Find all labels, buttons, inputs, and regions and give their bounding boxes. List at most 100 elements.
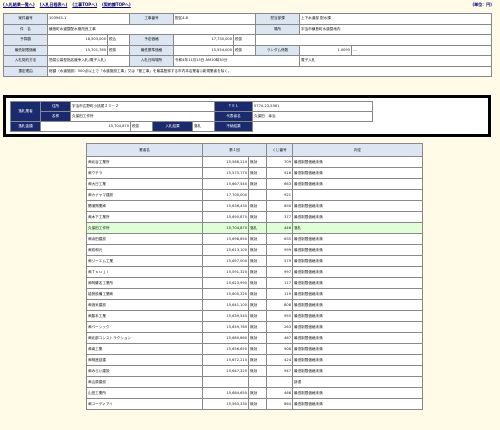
verdict: 最低制限価格未満 <box>292 354 423 366</box>
lot-number: 921 <box>266 189 293 201</box>
top-nav: (入札結果一覧へ) (入札日程表へ) (工事TOPへ) (契約課TOPへ) <box>3 2 131 8</box>
verdict <box>292 189 423 201</box>
lot-number: 635 <box>266 233 293 245</box>
verdict: 最低制限価格未満 <box>292 299 423 311</box>
lot-number: 709 <box>266 156 293 168</box>
bid-tax-status: 無効 <box>248 255 267 267</box>
table-row: ㈱北谷工業所 15,588,210 無効 709 最低制限価格未満 <box>86 156 423 168</box>
winning-bidder-box: 落札業者 住所 宇治市広野町小桃尾２３－２ ＴＥＬ 0774-23-5561 名… <box>3 95 491 137</box>
label-work-no: 工事番号 <box>129 13 174 25</box>
bid-tax-status: 無効 <box>248 310 267 322</box>
bid-amount: 15,641,100 <box>202 299 249 311</box>
table-row: ㈱山原建設 辞退 <box>86 376 423 388</box>
project-info-table: 案件番号 103943-1 工事番号 配区4-8 担当部課 上下水道部 配水課 … <box>3 13 492 77</box>
winning-bidder-table: 落札業者 住所 宇治市広野町小桃尾２３－２ ＴＥＬ 0774-23-5561 名… <box>10 101 373 132</box>
place: 宇治市横島町水道整地内 <box>299 23 492 35</box>
bidder-name: 久保田工作所 <box>86 222 203 234</box>
subject: 横島町水道整配水管改良工事 <box>47 23 256 35</box>
lot-number: 916 <box>266 167 293 179</box>
label-min-standard: 最低基準価格 <box>129 44 174 56</box>
bid-amount: 15,684,650 <box>202 387 249 399</box>
unit-note: (単位：円) <box>472 2 492 7</box>
min-limit: 15,701,760 <box>47 44 108 56</box>
bidder-name: ㈱山原建設 <box>86 376 203 388</box>
bidder-name: ㈱木下工業所 <box>86 211 203 223</box>
verdict: 最低制限価格未満 <box>292 310 423 322</box>
verdict: 最低制限価格未満 <box>292 365 423 377</box>
bid-tax-status: 無効 <box>248 321 267 333</box>
lot-number: 579 <box>266 255 293 267</box>
bid-tax-status: 無効 <box>248 156 267 168</box>
bid-amount: 15,659,760 <box>202 321 249 333</box>
table-row: ㈱北部コンストラクション 15,680,660 無効 467 最低制限価格未満 <box>86 332 423 344</box>
label-winner: 落札業者 <box>10 101 41 122</box>
bid-amount: 15,690,870 <box>202 211 249 223</box>
bid-tax-status: 無効 <box>248 244 267 256</box>
bidder-name: ㈱みらい建設 <box>86 365 203 377</box>
winner-name: 久保田工作所 <box>70 111 215 122</box>
winner-tel: 0774-23-5561 <box>252 101 373 112</box>
bid-tax-status: 無効 <box>248 288 267 300</box>
verdict: 最低制限価格未満 <box>292 178 423 190</box>
bid-tax-status: 無効 <box>248 398 267 410</box>
table-row: ㈱カナヤマ建設 17,700,000 921 <box>86 189 423 201</box>
award-amount: 15,704,870 <box>40 121 131 132</box>
table-row: ㈱浪米建設 15,641,100 無効 808 最低制限価格未満 <box>86 299 423 311</box>
lot-number: 466 <box>266 387 293 399</box>
link-results-list[interactable]: (入札結果一覧へ) <box>3 2 35 8</box>
verdict: 最低制限価格未満 <box>292 321 423 333</box>
label-tel: ＴＥＬ <box>214 101 253 112</box>
verdict: 最低制限価格未満 <box>292 255 423 267</box>
header-lot-no: くじ番号 <box>266 143 293 157</box>
bid-method: 簡易公募型指名競争入札(電子入札) <box>47 55 130 67</box>
bidder-name: 能勢設備工業㈱ <box>86 288 203 300</box>
label-award-amount: 落札金額 <box>10 121 41 132</box>
bid-result: 落札 <box>192 121 215 132</box>
table-row: ㈱明進技建 15,672,210 無効 424 最低制限価格未満 <box>86 354 423 366</box>
link-works-top[interactable]: (工事TOPへ) <box>72 2 97 8</box>
budget: 18,503,000 <box>47 34 108 46</box>
label-budget: 予算額 <box>3 34 48 46</box>
link-schedule[interactable]: (入札日程表へ) <box>40 2 68 8</box>
link-contract-top[interactable]: (契約課TOPへ) <box>102 2 131 8</box>
table-row: ㈱ジーエム工業 15,697,000 無効 579 最低制限価格未満 <box>86 255 423 267</box>
label-min-limit: 最低制限価格 <box>3 44 48 56</box>
bidder-name: ㈱余田建設 <box>86 233 203 245</box>
lot-number: 467 <box>266 332 293 344</box>
bid-amount: 15,680,660 <box>202 332 249 344</box>
lot-number: 864 <box>266 398 293 410</box>
work-no: 配区4-8 <box>173 13 256 25</box>
verdict: 最低制限価格未満 <box>292 288 423 300</box>
verdict: 最低制限価格未満 <box>292 200 423 212</box>
label-name: 名称 <box>40 111 71 122</box>
bid-amount: 15,672,210 <box>202 354 249 366</box>
label-case-no: 案件番号 <box>3 13 48 25</box>
table-row: 関浦興業㈱ 15,636,430 無効 890 最低制限価格未満 <box>86 200 423 212</box>
lot-number <box>266 376 293 388</box>
bid-tax-status: 無効 <box>248 178 267 190</box>
lot-number: 119 <box>266 288 293 300</box>
bid-amount: 15,591,320 <box>202 266 249 278</box>
bidder-name: ㈱カナヤマ建設 <box>86 189 203 201</box>
table-row: ㈱藤本工業 15,639,540 無効 955 最低制限価格未満 <box>86 310 423 322</box>
bid-tax-status: 無効 <box>248 387 267 399</box>
bidder-name: ㈱ウチラ <box>86 167 203 179</box>
bid-tax-status: 無効 <box>248 167 267 179</box>
bid-amount: 15,704,870 <box>202 222 249 234</box>
bid-tax-status: 無効 <box>248 299 267 311</box>
lot-number: 424 <box>266 354 293 366</box>
random-factor: 1.0095 <box>299 44 352 56</box>
table-row: ㈱双和元 15,613,100 無効 999 最低制限価格未満 <box>86 244 423 256</box>
bid-tax-status <box>248 376 267 388</box>
bid-amount: 15,613,100 <box>202 244 249 256</box>
table-row: 久保田工作所 15,704,870 落札 446 落札 <box>86 222 423 234</box>
selection-reason: 総額（水道施設）500点以上で「水道施設工事」又は「管工事」を最高登録する市内本… <box>47 65 492 77</box>
label-planned-price: 予定価格 <box>129 34 174 46</box>
bid-tax-status: 無効 <box>248 354 267 366</box>
table-row: ㈱余田建設 15,698,650 無効 635 最低制限価格未満 <box>86 233 423 245</box>
lot-number: 997 <box>266 266 293 278</box>
verdict: 最低制限価格未満 <box>292 233 423 245</box>
bid-amount <box>202 376 249 388</box>
lot-number: 446 <box>266 222 293 234</box>
header-verdict: 判定 <box>292 143 423 157</box>
